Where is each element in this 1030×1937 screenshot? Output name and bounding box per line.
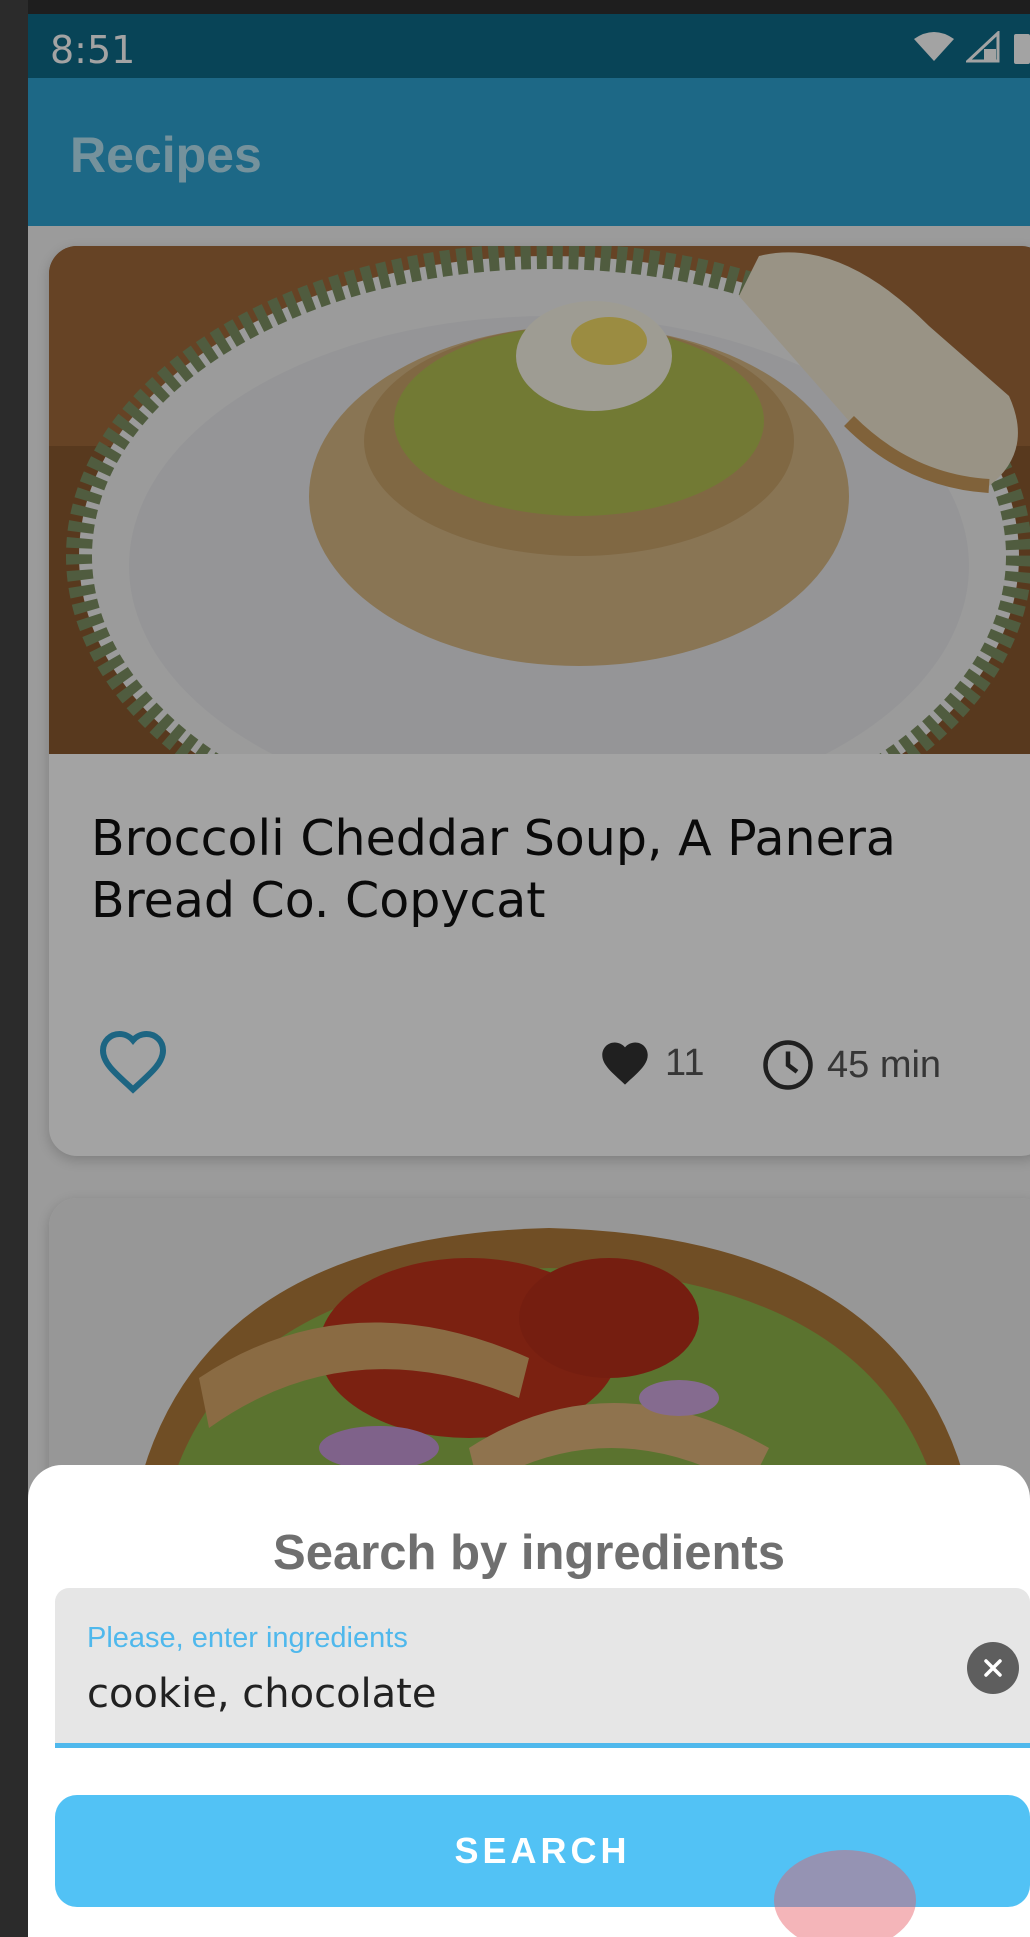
screen: 8:51 Recipes Broccoli Cheddar Soup, A Pa… bbox=[28, 14, 1030, 1937]
ingredients-field[interactable]: Please, enter ingredients bbox=[55, 1588, 1030, 1748]
clear-button[interactable] bbox=[967, 1642, 1019, 1694]
sheet-title: Search by ingredients bbox=[273, 1526, 785, 1580]
ingredients-field-label: Please, enter ingredients bbox=[87, 1622, 408, 1654]
device-frame-left bbox=[0, 0, 28, 1937]
ingredients-input[interactable] bbox=[87, 1666, 907, 1722]
clear-circle-icon bbox=[984, 1659, 1002, 1677]
device-frame-top bbox=[0, 0, 1030, 14]
